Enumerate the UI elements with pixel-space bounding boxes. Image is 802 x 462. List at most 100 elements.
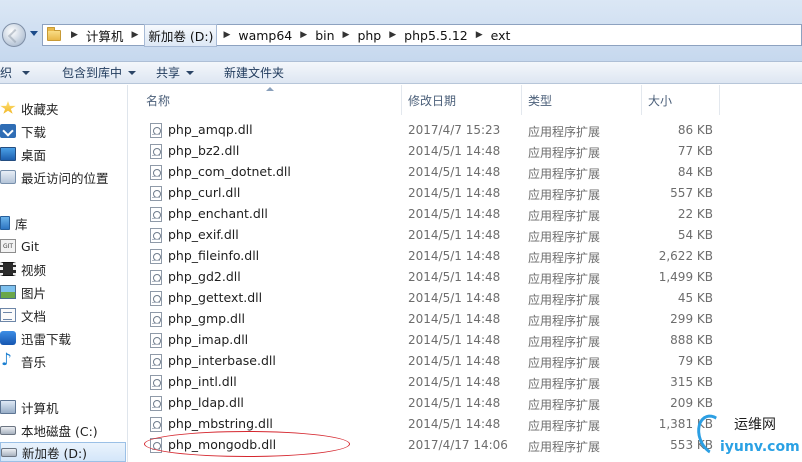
breadcrumb-separator-icon[interactable]: ▶ [65,30,84,40]
file-size: 54 KB [677,228,713,242]
file-modified-date: 2017/4/7 15:23 [408,123,501,137]
file-size: 315 KB [670,375,713,389]
nav-desktop[interactable]: 桌面 [0,144,46,164]
address-bar[interactable]: ▶ 计算机 ▶ 新加卷 (D:) ▶ wamp64 ▶ bin ▶ php ▶ … [42,23,802,47]
dll-file-icon [150,396,162,411]
breadcrumb-ext[interactable]: ext [489,28,513,43]
file-type: 应用程序扩展 [528,251,601,265]
file-row[interactable]: php_interbase.dll 2014/5/1 14:48 应用程序扩展 79 … [130,351,802,372]
video-icon [0,262,16,276]
dll-file-icon [150,375,162,390]
breadcrumb-php5512[interactable]: php5.5.12 [402,28,470,43]
file-list-pane[interactable]: 名称 修改日期 类型 大小 php_amqp.dll 2017/4/7 15:23… [130,85,802,462]
file-type: 应用程序扩展 [528,335,601,349]
file-row[interactable]: php_gmp.dll 2014/5/1 14:48 应用程序扩展 299 KB [130,309,802,330]
breadcrumb-drive-d[interactable]: 新加卷 (D:) [144,23,218,47]
nav-computer[interactable]: 计算机 [0,397,59,417]
nav-libraries[interactable]: 库 [0,213,28,233]
file-type: 应用程序扩展 [528,272,601,286]
file-row[interactable]: php_amqp.dll 2017/4/7 15:23 应用程序扩展 86 KB [130,120,802,141]
column-header-name[interactable]: 名称 [140,85,402,115]
file-modified-date: 2014/5/1 14:48 [408,354,501,368]
column-header-modified[interactable]: 修改日期 [402,85,522,115]
file-name: php_gd2.dll [168,269,241,284]
file-size: 45 KB [677,291,713,305]
file-modified-date: 2014/5/1 14:48 [408,186,501,200]
file-row[interactable]: php_bz2.dll 2014/5/1 14:48 应用程序扩展 77 KB [130,141,802,162]
file-row[interactable]: php_fileinfo.dll 2014/5/1 14:48 应用程序扩展 2,62… [130,246,802,267]
watermark-url: iyunv.com [720,439,800,455]
breadcrumb-php[interactable]: php [355,28,383,43]
breadcrumb-bin[interactable]: bin [313,28,336,43]
file-name: php_gettext.dll [168,290,263,305]
file-name: php_amqp.dll [168,122,253,137]
file-size: 209 KB [670,396,713,410]
breadcrumb-separator-icon[interactable]: ▶ [337,30,356,40]
nav-xunlei-downloads[interactable]: 迅雷下载 [0,328,71,348]
file-size: 299 KB [670,312,713,326]
nav-pictures[interactable]: 图片 [0,282,46,302]
dll-file-icon [150,333,162,348]
nav-videos[interactable]: 视频 [0,259,46,279]
file-modified-date: 2014/5/1 14:48 [408,144,501,158]
column-header-size[interactable]: 大小 [642,85,720,115]
git-icon: GIT [0,239,16,253]
nav-recent-places[interactable]: 最近访问的位置 [0,167,109,187]
download-icon [0,124,16,138]
file-name: php_mongodb.dll [168,437,277,452]
file-row[interactable]: php_exif.dll 2014/5/1 14:48 应用程序扩展 54 KB [130,225,802,246]
recent-pages-dropdown-icon[interactable] [30,31,38,36]
nav-label: 计算机 [21,400,59,416]
file-type: 应用程序扩展 [528,230,601,244]
file-size: 22 KB [677,207,713,221]
back-button[interactable] [2,23,26,47]
share-button[interactable]: 共享 [156,64,195,81]
file-type: 应用程序扩展 [528,188,601,202]
dll-file-icon [150,291,162,306]
file-modified-date: 2017/4/17 14:06 [408,438,508,452]
organize-menu-button[interactable]: 织 [0,64,31,81]
include-in-library-button[interactable]: 包含到库中 [62,64,137,81]
nav-git[interactable]: GIT Git [0,236,39,256]
chevron-down-icon [186,70,195,75]
chevron-down-icon [128,70,137,75]
nav-drive-d[interactable]: 新加卷 (D:) [0,442,126,462]
breadcrumb-separator-icon[interactable]: ▶ [217,30,236,40]
file-name: php_intl.dll [168,374,237,389]
column-header-type[interactable]: 类型 [522,85,642,115]
file-row[interactable]: php_enchant.dll 2014/5/1 14:48 应用程序扩展 22 KB [130,204,802,225]
nav-label: 文档 [21,308,47,324]
nav-favorites[interactable]: 收藏夹 [0,98,59,118]
breadcrumb-computer[interactable]: 计算机 [84,26,126,45]
breadcrumb-separator-icon[interactable]: ▶ [294,30,313,40]
navigation-pane[interactable]: 收藏夹 下载 桌面 最近访问的位置 库 GIT Git 视频 图片 文档 迅雷下… [0,85,128,462]
file-type: 应用程序扩展 [528,167,601,181]
nav-documents[interactable]: 文档 [0,305,46,325]
file-name: php_bz2.dll [168,143,240,158]
file-size: 77 KB [677,144,713,158]
file-row[interactable]: php_imap.dll 2014/5/1 14:48 应用程序扩展 888 KB [130,330,802,351]
computer-icon [0,400,16,414]
file-row[interactable]: php_curl.dll 2014/5/1 14:48 应用程序扩展 557 KB [130,183,802,204]
file-type: 应用程序扩展 [528,398,601,412]
file-row[interactable]: php_intl.dll 2014/5/1 14:48 应用程序扩展 315 KB [130,372,802,393]
dll-file-icon [150,312,162,327]
breadcrumb-separator-icon[interactable]: ▶ [383,30,402,40]
file-row[interactable]: php_gd2.dll 2014/5/1 14:48 应用程序扩展 1,499 KB [130,267,802,288]
file-size: 79 KB [677,354,713,368]
dll-file-icon [150,186,162,201]
breadcrumb-separator-icon[interactable]: ▶ [470,30,489,40]
nav-downloads[interactable]: 下载 [0,121,46,141]
file-name: php_exif.dll [168,227,239,242]
include-in-library-label: 包含到库中 [62,66,123,80]
dll-file-icon [150,354,162,369]
nav-music[interactable]: 音乐 [0,350,46,371]
breadcrumb-separator-icon[interactable]: ▶ [125,30,144,40]
breadcrumb-wamp64[interactable]: wamp64 [236,28,294,43]
file-type: 应用程序扩展 [528,419,601,433]
new-folder-button[interactable]: 新建文件夹 [224,64,284,81]
file-row[interactable]: php_gettext.dll 2014/5/1 14:48 应用程序扩展 45 KB [130,288,802,309]
nav-label: 下载 [21,124,47,140]
file-row[interactable]: php_com_dotnet.dll 2014/5/1 14:48 应用程序扩展 84… [130,162,802,183]
nav-drive-c[interactable]: 本地磁盘 (C:) [0,420,98,440]
